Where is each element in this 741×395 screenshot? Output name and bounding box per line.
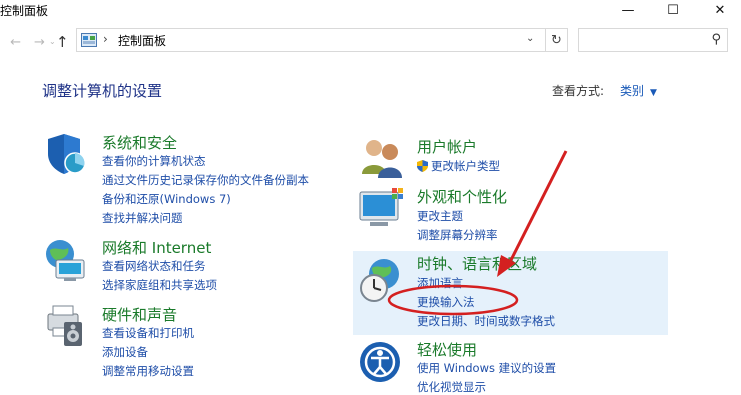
recent-locations-icon[interactable]: ⌄ bbox=[49, 37, 56, 46]
monitor-appearance-icon[interactable] bbox=[358, 186, 406, 234]
ease-of-access-icon[interactable] bbox=[358, 340, 406, 388]
link-recommended-settings[interactable]: 使用 Windows 建议的设置 bbox=[417, 360, 556, 376]
link-file-history[interactable]: 通过文件历史记录保存你的文件备份副本 bbox=[102, 172, 309, 188]
address-dropdown-icon[interactable]: ⌄ bbox=[526, 33, 534, 44]
close-button[interactable]: ✕ bbox=[697, 0, 741, 20]
printer-speaker-icon[interactable] bbox=[42, 300, 90, 348]
link-troubleshoot[interactable]: 查找并解决问题 bbox=[102, 210, 183, 226]
link-change-account-type-label: 更改帐户类型 bbox=[431, 159, 500, 173]
category-clock-language-region[interactable]: 时钟、语言和区域 bbox=[417, 253, 537, 274]
breadcrumb-separator-icon: › bbox=[103, 32, 108, 46]
breadcrumb-control-panel[interactable]: 控制面板 bbox=[118, 32, 166, 49]
link-devices-printers[interactable]: 查看设备和打印机 bbox=[102, 325, 194, 341]
refresh-button[interactable]: ↻ bbox=[546, 28, 568, 52]
link-screen-resolution[interactable]: 调整屏幕分辨率 bbox=[417, 227, 498, 243]
up-button[interactable]: ↑ bbox=[56, 33, 69, 51]
maximize-button[interactable]: ☐ bbox=[650, 0, 696, 20]
link-backup-restore[interactable]: 备份和还原(Windows 7) bbox=[102, 191, 231, 207]
category-user-accounts[interactable]: 用户帐户 bbox=[417, 136, 477, 157]
network-globe-icon[interactable] bbox=[42, 236, 90, 284]
category-hardware-sound[interactable]: 硬件和声音 bbox=[102, 304, 177, 325]
view-by-value: 类别 bbox=[620, 84, 645, 98]
user-accounts-icon[interactable] bbox=[358, 134, 406, 182]
back-button[interactable]: → bbox=[10, 35, 21, 50]
search-input[interactable]: ⚲ bbox=[578, 28, 728, 52]
link-change-account-type[interactable]: 更改帐户类型 bbox=[417, 158, 500, 174]
link-homegroup[interactable]: 选择家庭组和共享选项 bbox=[102, 277, 217, 293]
forward-button[interactable]: → bbox=[34, 35, 45, 50]
link-change-date-time-format[interactable]: 更改日期、时间或数字格式 bbox=[417, 313, 555, 329]
address-bar[interactable]: › 控制面板 ⌄ bbox=[76, 28, 546, 52]
page-title: 调整计算机的设置 bbox=[42, 82, 163, 100]
link-view-computer-status[interactable]: 查看你的计算机状态 bbox=[102, 153, 206, 169]
link-change-theme[interactable]: 更改主题 bbox=[417, 208, 463, 224]
chevron-down-icon: ▼ bbox=[650, 88, 657, 98]
category-network-internet[interactable]: 网络和 Internet bbox=[102, 237, 211, 258]
category-system-security[interactable]: 系统和安全 bbox=[102, 132, 177, 153]
link-change-input-method[interactable]: 更换输入法 bbox=[417, 294, 475, 310]
category-ease-of-access[interactable]: 轻松使用 bbox=[417, 339, 477, 360]
link-add-language[interactable]: 添加语言 bbox=[417, 275, 463, 291]
uac-shield-icon bbox=[417, 160, 428, 172]
link-optimize-visual-display[interactable]: 优化视觉显示 bbox=[417, 379, 486, 395]
search-icon: ⚲ bbox=[711, 32, 721, 47]
shield-icon[interactable] bbox=[42, 130, 90, 178]
minimize-button[interactable]: — bbox=[605, 0, 651, 20]
link-add-device[interactable]: 添加设备 bbox=[102, 344, 148, 360]
control-panel-icon bbox=[81, 33, 97, 47]
link-mobility-settings[interactable]: 调整常用移动设置 bbox=[102, 363, 194, 379]
link-network-status[interactable]: 查看网络状态和任务 bbox=[102, 258, 206, 274]
category-appearance[interactable]: 外观和个性化 bbox=[417, 186, 507, 207]
clock-globe-icon[interactable] bbox=[358, 256, 406, 304]
view-by-label: 查看方式: bbox=[552, 84, 605, 98]
window-title: 控制面板 bbox=[0, 4, 49, 18]
title-bar: 控制面板 — ☐ ✕ bbox=[0, 0, 741, 20]
view-by-dropdown[interactable]: 类别 ▼ bbox=[620, 82, 657, 99]
